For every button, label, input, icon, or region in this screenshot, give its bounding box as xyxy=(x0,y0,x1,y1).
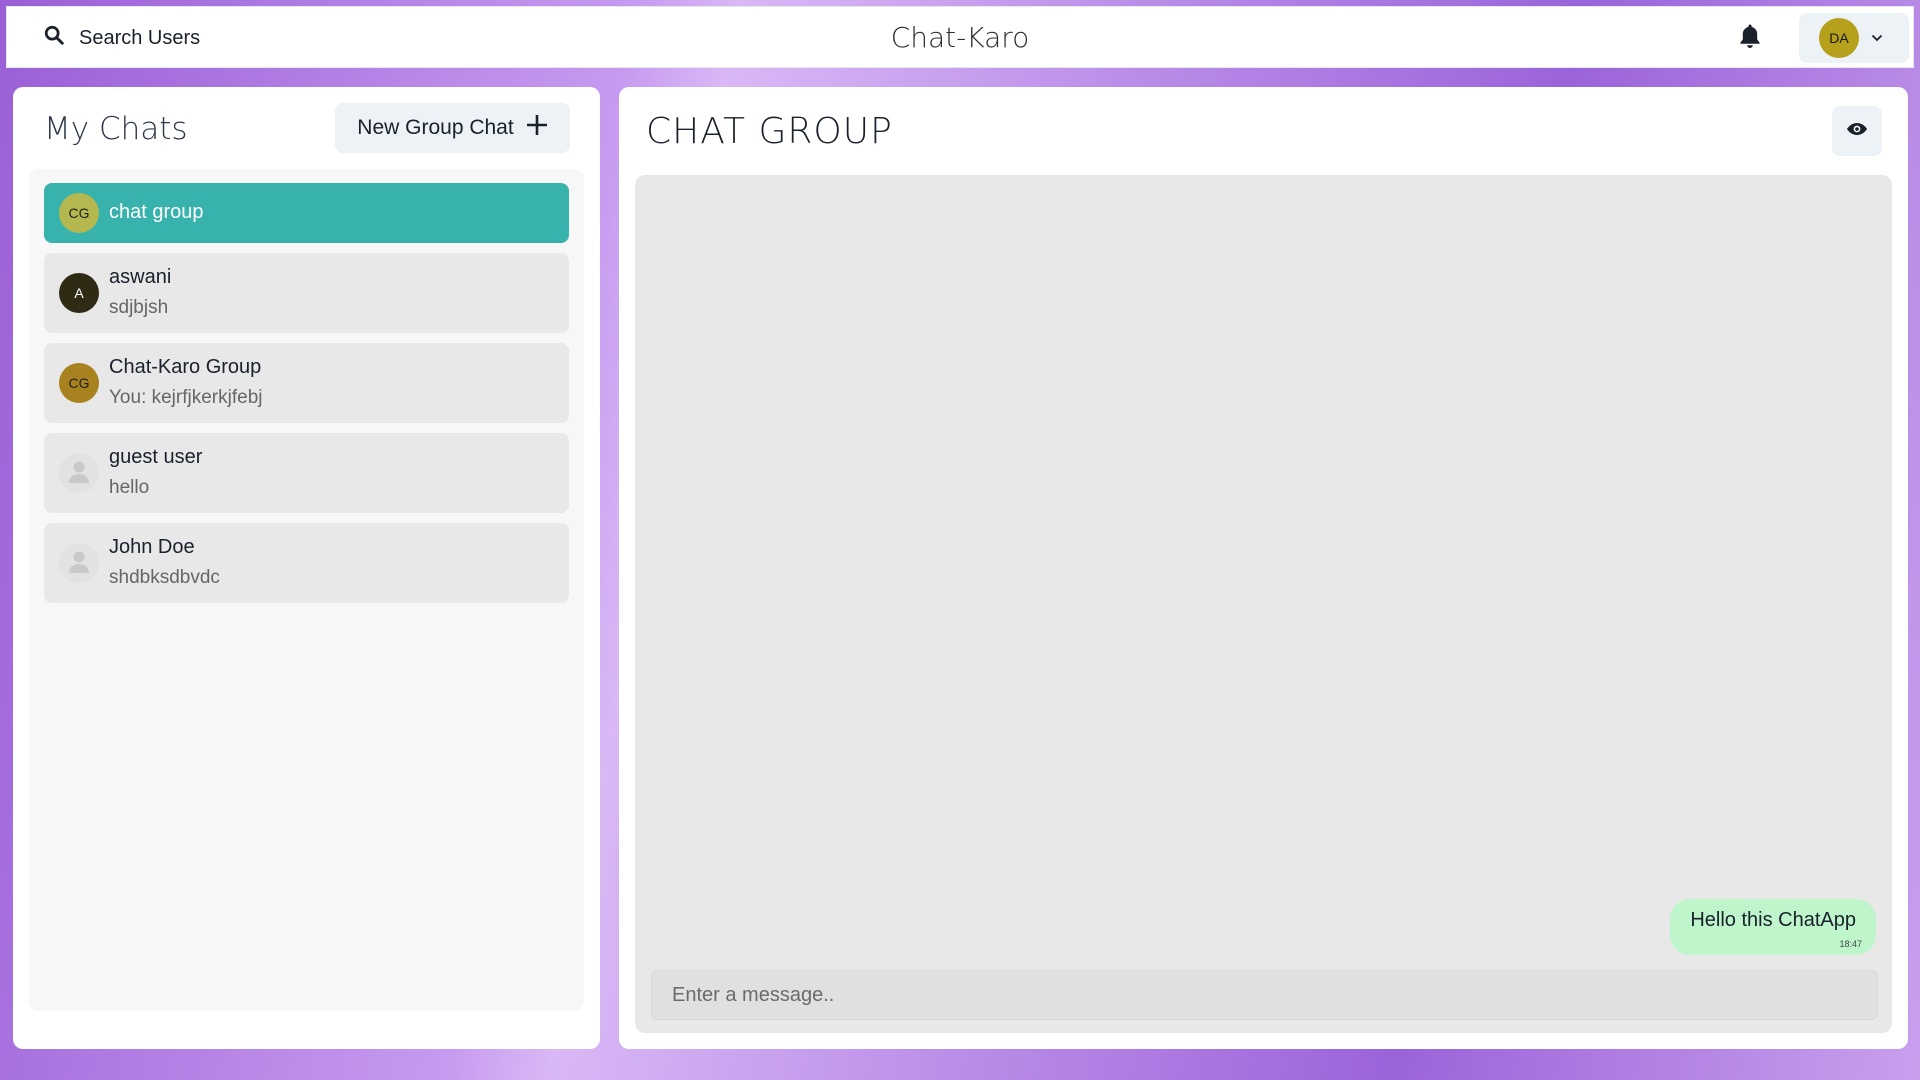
chat-last-message: sdjbjsh xyxy=(109,297,169,318)
message-time: 18:47 xyxy=(1839,939,1862,949)
chat-last-message: shdbksdbvdc xyxy=(109,567,220,588)
eye-icon xyxy=(1846,122,1868,141)
message-text: Hello this ChatApp xyxy=(1690,909,1856,931)
avatar: DA xyxy=(1819,18,1859,58)
top-bar: Search Users Chat-Karo DA xyxy=(6,6,1914,68)
message-bubble: Hello this ChatApp 18:47 xyxy=(1670,899,1876,955)
notifications-button[interactable] xyxy=(1735,23,1765,53)
chat-item-chat-karo-group[interactable]: CG Chat-Karo Group You: kejrfjkerkjfebj xyxy=(44,343,569,423)
avatar xyxy=(59,453,99,493)
app-title: Chat-Karo xyxy=(890,21,1030,54)
chat-name: John Doe xyxy=(109,536,195,558)
new-group-chat-button[interactable]: New Group Chat xyxy=(335,103,570,153)
my-chats-title: My Chats xyxy=(44,111,188,147)
chat-panel: CHAT GROUP Hello this ChatApp 18:47 xyxy=(619,87,1908,1049)
avatar: CG xyxy=(59,193,99,233)
search-icon xyxy=(43,24,65,52)
chevron-down-icon xyxy=(1871,29,1883,47)
chat-last-message: You: kejrfjkerkjfebj xyxy=(109,387,263,408)
chat-item-guest-user[interactable]: guest user hello xyxy=(44,433,569,513)
user-icon xyxy=(67,549,91,578)
avatar: A xyxy=(59,273,99,313)
chat-name: aswani xyxy=(109,266,172,288)
chat-name: guest user xyxy=(109,446,203,468)
message-input[interactable] xyxy=(651,970,1878,1020)
chat-name: chat group xyxy=(109,201,204,223)
my-chats-panel: My Chats New Group Chat CG chat group A … xyxy=(13,87,600,1049)
plus-icon xyxy=(526,114,548,142)
chat-last-message: hello xyxy=(109,477,150,498)
chat-name: Chat-Karo Group xyxy=(109,356,262,378)
view-group-info-button[interactable] xyxy=(1832,106,1882,156)
avatar xyxy=(59,543,99,583)
search-users-label: Search Users xyxy=(79,26,201,49)
chat-item-chat-group[interactable]: CG chat group xyxy=(44,183,569,243)
chat-item-aswani[interactable]: A aswani sdjbjsh xyxy=(44,253,569,333)
chat-list: CG chat group A aswani sdjbjsh CG Chat-K… xyxy=(29,169,584,1011)
avatar: CG xyxy=(59,363,99,403)
search-users-button[interactable]: Search Users xyxy=(31,19,212,57)
bell-icon xyxy=(1739,23,1761,54)
profile-menu-button[interactable]: DA xyxy=(1799,13,1909,63)
chat-title: CHAT GROUP xyxy=(646,111,893,152)
chat-item-john-doe[interactable]: John Doe shdbksdbvdc xyxy=(44,523,569,603)
new-group-chat-label: New Group Chat xyxy=(357,116,514,139)
user-icon xyxy=(67,459,91,488)
messages-area: Hello this ChatApp 18:47 xyxy=(635,175,1892,1033)
